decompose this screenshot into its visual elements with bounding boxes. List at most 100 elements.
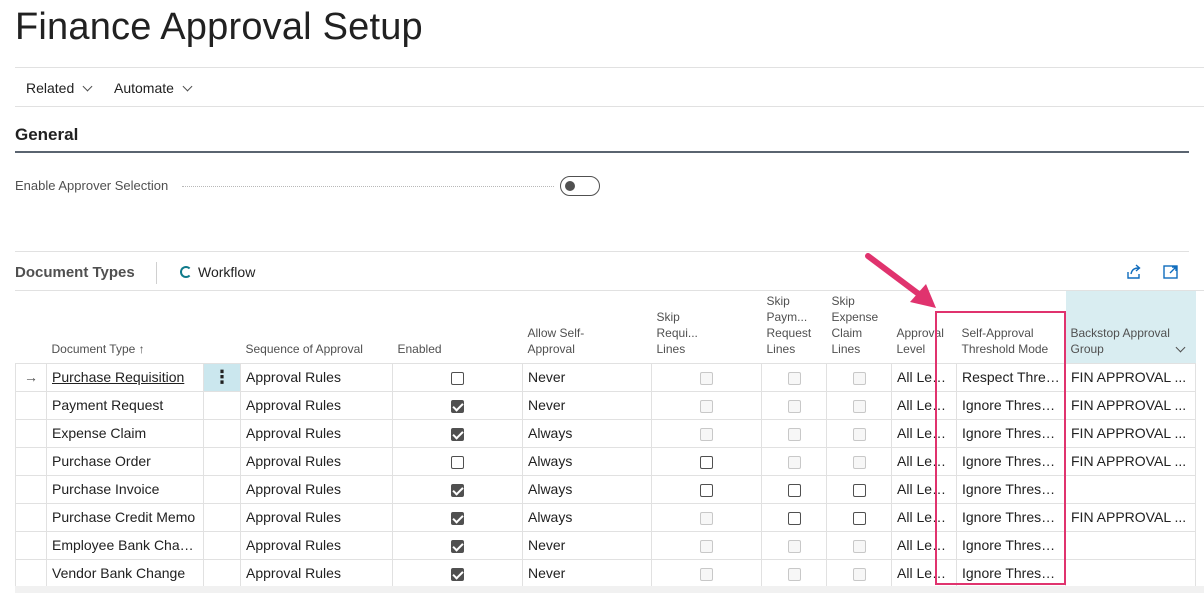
skip-expense-claim-lines-cell[interactable] bbox=[826, 530, 892, 560]
backstop-approval-group-cell[interactable]: FIN APPROVAL ... bbox=[1065, 446, 1196, 476]
allow-self-approval-cell[interactable]: Always bbox=[522, 446, 652, 476]
allow-self-approval-cell[interactable]: Never bbox=[522, 362, 652, 392]
enabled-cell[interactable] bbox=[392, 418, 523, 448]
document-type-cell[interactable]: Purchase Requisition bbox=[46, 362, 204, 392]
skip-requisition-lines-checkbox[interactable] bbox=[700, 455, 713, 469]
enable-approver-selection-toggle[interactable] bbox=[560, 176, 600, 196]
document-type-cell[interactable]: Purchase Order bbox=[46, 446, 204, 476]
skip-requisition-lines-cell[interactable] bbox=[651, 418, 762, 448]
table-row[interactable]: → Purchase Requisition ⋮ Approval Rules Neve… bbox=[15, 362, 1204, 392]
self-approval-threshold-mode-cell[interactable]: Ignore Threshold bbox=[956, 558, 1066, 587]
row-menu-cell[interactable] bbox=[203, 474, 241, 504]
backstop-approval-group-cell[interactable]: FIN APPROVAL ... bbox=[1065, 502, 1196, 532]
column-header-approval-level[interactable]: Approval Level bbox=[892, 291, 957, 363]
self-approval-threshold-mode-cell[interactable]: Respect Threshold bbox=[956, 362, 1066, 392]
skip-payment-request-lines-checkbox[interactable] bbox=[787, 511, 801, 525]
enabled-checkbox[interactable] bbox=[451, 483, 464, 497]
column-header-backstop-approval-group[interactable]: Backstop Approval Group bbox=[1065, 291, 1196, 363]
document-type-cell[interactable]: Expense Claim bbox=[46, 418, 204, 448]
approval-level-cell[interactable]: All Levels App... bbox=[891, 418, 957, 448]
skip-expense-claim-lines-checkbox[interactable] bbox=[852, 511, 866, 525]
enabled-cell[interactable] bbox=[392, 558, 523, 587]
skip-payment-request-lines-cell[interactable] bbox=[761, 474, 827, 504]
row-menu-cell[interactable] bbox=[203, 446, 241, 476]
skip-requisition-lines-cell[interactable] bbox=[651, 362, 762, 392]
self-approval-threshold-mode-cell[interactable]: Ignore Threshold bbox=[956, 530, 1066, 560]
skip-expense-claim-lines-cell[interactable] bbox=[826, 446, 892, 476]
skip-requisition-lines-cell[interactable] bbox=[651, 530, 762, 560]
skip-expense-claim-lines-checkbox[interactable] bbox=[852, 483, 866, 497]
general-section-title[interactable]: General bbox=[15, 125, 78, 145]
column-header-skip-payment-request-lines[interactable]: Skip Paym... Request Lines bbox=[762, 291, 827, 363]
enabled-cell[interactable] bbox=[392, 446, 523, 476]
skip-payment-request-lines-cell[interactable] bbox=[761, 502, 827, 532]
skip-payment-request-lines-cell[interactable] bbox=[761, 446, 827, 476]
skip-expense-claim-lines-cell[interactable] bbox=[826, 418, 892, 448]
enabled-cell[interactable] bbox=[392, 502, 523, 532]
backstop-approval-group-cell[interactable]: FIN APPROVAL ... bbox=[1065, 390, 1196, 420]
enabled-checkbox[interactable] bbox=[451, 455, 464, 469]
enabled-checkbox[interactable] bbox=[451, 399, 464, 413]
sequence-cell[interactable]: Approval Rules bbox=[240, 502, 393, 532]
column-header-self-approval-threshold-mode[interactable]: Self-Approval Threshold Mode bbox=[957, 291, 1066, 363]
enabled-cell[interactable] bbox=[392, 474, 523, 504]
self-approval-threshold-mode-cell[interactable]: Ignore Threshold bbox=[956, 390, 1066, 420]
sequence-cell[interactable]: Approval Rules bbox=[240, 418, 393, 448]
approval-level-cell[interactable]: All Levels App... bbox=[891, 530, 957, 560]
sequence-cell[interactable]: Approval Rules bbox=[240, 362, 393, 392]
document-type-cell[interactable]: Purchase Credit Memo bbox=[46, 502, 204, 532]
document-type-cell[interactable]: Purchase Invoice bbox=[46, 474, 204, 504]
chevron-down-icon[interactable] bbox=[1175, 342, 1185, 352]
sequence-cell[interactable]: Approval Rules bbox=[240, 446, 393, 476]
sequence-cell[interactable]: Approval Rules bbox=[240, 530, 393, 560]
backstop-approval-group-cell[interactable] bbox=[1065, 474, 1196, 504]
document-type-value[interactable]: Purchase Invoice bbox=[52, 481, 159, 497]
document-type-cell[interactable]: Payment Request bbox=[46, 390, 204, 420]
skip-expense-claim-lines-cell[interactable] bbox=[826, 474, 892, 504]
backstop-approval-group-cell[interactable]: FIN APPROVAL ... bbox=[1065, 418, 1196, 448]
allow-self-approval-cell[interactable]: Always bbox=[522, 502, 652, 532]
document-type-value[interactable]: Expense Claim bbox=[52, 425, 146, 441]
sequence-cell[interactable]: Approval Rules bbox=[240, 390, 393, 420]
approval-level-cell[interactable]: All Levels App... bbox=[891, 558, 957, 587]
skip-requisition-lines-cell[interactable] bbox=[651, 474, 762, 504]
skip-expense-claim-lines-cell[interactable] bbox=[826, 502, 892, 532]
approval-level-cell[interactable]: All Levels App... bbox=[891, 502, 957, 532]
column-header-allow-self-approval[interactable]: Allow Self- Approval bbox=[523, 291, 652, 363]
document-type-value[interactable]: Vendor Bank Change bbox=[52, 565, 185, 581]
expand-icon[interactable] bbox=[1162, 263, 1180, 281]
allow-self-approval-cell[interactable]: Never bbox=[522, 558, 652, 587]
enabled-checkbox[interactable] bbox=[451, 511, 464, 525]
enabled-checkbox[interactable] bbox=[451, 539, 464, 553]
table-row[interactable]: Vendor Bank Change Approval Rules Never All… bbox=[15, 558, 1204, 587]
enabled-checkbox[interactable] bbox=[451, 568, 464, 582]
row-menu-cell[interactable] bbox=[203, 530, 241, 560]
table-row[interactable]: Payment Request Approval Rules Never All Le… bbox=[15, 390, 1204, 420]
enabled-cell[interactable] bbox=[392, 362, 523, 392]
column-header-enabled[interactable]: Enabled bbox=[393, 291, 523, 363]
allow-self-approval-cell[interactable]: Never bbox=[522, 530, 652, 560]
enabled-cell[interactable] bbox=[392, 530, 523, 560]
column-header-skip-expense-claim-lines[interactable]: Skip Expense Claim Lines bbox=[827, 291, 892, 363]
allow-self-approval-cell[interactable]: Always bbox=[522, 418, 652, 448]
share-icon[interactable] bbox=[1125, 263, 1143, 281]
sequence-cell[interactable]: Approval Rules bbox=[240, 474, 393, 504]
skip-requisition-lines-cell[interactable] bbox=[651, 558, 762, 587]
backstop-approval-group-cell[interactable] bbox=[1065, 530, 1196, 560]
skip-expense-claim-lines-cell[interactable] bbox=[826, 390, 892, 420]
skip-payment-request-lines-cell[interactable] bbox=[761, 362, 827, 392]
skip-requisition-lines-cell[interactable] bbox=[651, 446, 762, 476]
document-type-cell[interactable]: Employee Bank Change bbox=[46, 530, 204, 560]
skip-payment-request-lines-cell[interactable] bbox=[761, 530, 827, 560]
table-row[interactable]: Employee Bank Change Approval Rules Never A… bbox=[15, 530, 1204, 560]
backstop-approval-group-cell[interactable]: FIN APPROVAL ... bbox=[1065, 362, 1196, 392]
skip-expense-claim-lines-cell[interactable] bbox=[826, 362, 892, 392]
automate-menu-button[interactable]: Automate bbox=[114, 80, 193, 96]
approval-level-cell[interactable]: All Levels App... bbox=[891, 446, 957, 476]
table-row[interactable]: Purchase Order Approval Rules Always All Le… bbox=[15, 446, 1204, 476]
skip-payment-request-lines-cell[interactable] bbox=[761, 390, 827, 420]
workflow-button[interactable]: Workflow bbox=[180, 264, 255, 280]
approval-level-cell[interactable]: All Levels App... bbox=[891, 390, 957, 420]
document-type-value[interactable]: Purchase Requisition bbox=[52, 369, 184, 385]
enabled-cell[interactable] bbox=[392, 390, 523, 420]
